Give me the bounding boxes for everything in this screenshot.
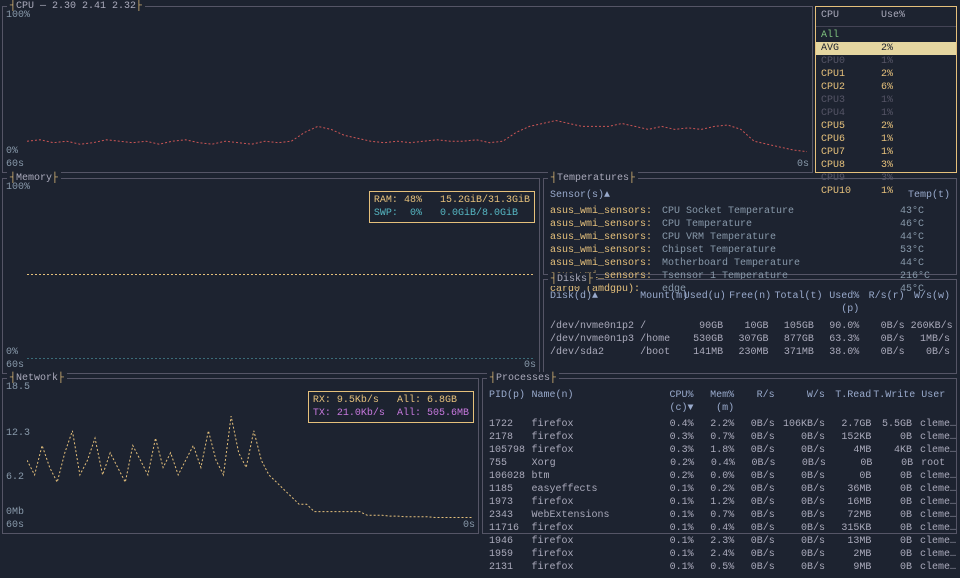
cpu-x-left: 60s <box>6 158 24 171</box>
network-info-box: RX: 9.5Kb/s All: 6.8GB TX: 21.0Kb/s All:… <box>308 391 474 423</box>
cpu-panel[interactable]: ┤CPU — 2.30 2.41 2.32├ 100% 0% 60s 0s <box>2 6 813 173</box>
memory-info-box: RAM: 48% 15.2GiB/31.3GiB SWP: 0% 0.0GiB/… <box>369 191 535 223</box>
process-row[interactable]: 105798firefox0.3%1.8%0B/s0B/s4MB4KBcleme… <box>489 444 954 457</box>
temperatures-header[interactable]: Sensor(s)▲ Temp(t) <box>550 189 950 202</box>
cpu-x-right: 0s <box>797 158 809 171</box>
process-row[interactable]: 1959firefox0.1%2.4%0B/s0B/s2MB0Bcleme… <box>489 548 954 561</box>
disk-rows: /dev/nvme0n1p2/90GB10GB105GB90.0%0B/s260… <box>550 320 950 359</box>
disks-panel[interactable]: ┤Disks├ Disk(d)▲ Mount(m) Used(u) Free(n… <box>543 279 957 374</box>
disks-title: ┤Disks├ <box>548 273 596 286</box>
process-row[interactable]: 1973firefox0.1%1.2%0B/s0B/s16MB0Bcleme… <box>489 496 954 509</box>
process-row[interactable]: 106028btm0.2%0.0%0B/s0B/s0B0Bcleme… <box>489 470 954 483</box>
temperatures-title: ┤Temperatures├ <box>548 172 638 185</box>
processes-panel[interactable]: ┤Processes├ PID(p) Name(n) CPU%(c)▼ Mem%… <box>482 378 957 534</box>
process-row[interactable]: 1185easyeffects0.1%0.2%0B/s0B/s36MB0Bcle… <box>489 483 954 496</box>
net-x-right: 0s <box>463 519 475 532</box>
process-row[interactable]: 2178firefox0.3%0.7%0B/s0B/s152KB0Bcleme… <box>489 431 954 444</box>
cpu-list-row[interactable]: CPU71% <box>821 146 951 159</box>
mem-x-right: 0s <box>524 359 536 372</box>
cpu-list-row[interactable]: AVG2% <box>816 42 956 55</box>
cpu-list-row[interactable]: CPU12% <box>821 68 951 81</box>
cpu-list-panel[interactable]: CPU Use% AllAVG2%CPU01%CPU12%CPU26%CPU31… <box>815 6 957 173</box>
process-row[interactable]: 755Xorg0.2%0.4%0B/s0B/s0B0Broot <box>489 457 954 470</box>
process-row[interactable]: 1722firefox0.4%2.2%0B/s106KB/s2.7GB5.5GB… <box>489 418 954 431</box>
cpu-list-row[interactable]: CPU41% <box>821 107 951 120</box>
memory-panel[interactable]: ┤Memory├ 100% 0% 60s 0s RAM: 48% 15.2GiB… <box>2 178 540 374</box>
temperature-row: asus_wmi_sensors:CPU Temperature46°C <box>550 218 950 231</box>
temperature-row: asus_wmi_sensors:Motherboard Temperature… <box>550 257 950 270</box>
process-row[interactable]: 1946firefox0.1%2.3%0B/s0B/s13MB0Bcleme… <box>489 535 954 548</box>
disk-row: /dev/nvme0n1p3/home530GB307GB877GB63.3%0… <box>550 333 950 346</box>
cpu-list-rows[interactable]: AllAVG2%CPU01%CPU12%CPU26%CPU31%CPU41%CP… <box>816 27 956 200</box>
temperature-row: asus_wmi_sensors:CPU Socket Temperature4… <box>550 205 950 218</box>
temperatures-panel[interactable]: ┤Temperatures├ Sensor(s)▲ Temp(t) asus_w… <box>543 178 957 275</box>
temp-sort-temp[interactable]: Temp(t) <box>908 189 950 202</box>
temp-sort-sensor[interactable]: Sensor(s)▲ <box>550 189 908 202</box>
net-y-mid2: 6.2 <box>6 471 24 484</box>
cpu-list-row[interactable]: CPU52% <box>821 120 951 133</box>
process-row[interactable]: 2343WebExtensions0.1%0.7%0B/s0B/s72MB0Bc… <box>489 509 954 522</box>
processes-title: ┤Processes├ <box>487 372 559 385</box>
cpu-y-bot: 0% <box>6 145 18 158</box>
process-row[interactable]: 11716firefox0.1%0.4%0B/s0B/s315KB0Bcleme… <box>489 522 954 535</box>
mem-x-left: 60s <box>6 359 24 372</box>
cpu-list-row[interactable]: CPU83% <box>821 159 951 172</box>
process-rows[interactable]: 1722firefox0.4%2.2%0B/s106KB/s2.7GB5.5GB… <box>489 418 954 574</box>
net-y-bot: 0Mb <box>6 506 24 519</box>
processes-header[interactable]: PID(p) Name(n) CPU%(c)▼ Mem%(m) R/s W/s … <box>489 389 954 415</box>
disks-header[interactable]: Disk(d)▲ Mount(m) Used(u) Free(n) Total(… <box>550 290 950 316</box>
mem-y-bot: 0% <box>6 346 18 359</box>
cpu-list-hdr-l: CPU <box>821 9 881 22</box>
net-x-left: 60s <box>6 519 24 532</box>
disk-row: /dev/nvme0n1p2/90GB10GB105GB90.0%0B/s260… <box>550 320 950 333</box>
cpu-list-row[interactable]: CPU01% <box>821 55 951 68</box>
cpu-list-row[interactable]: CPU26% <box>821 81 951 94</box>
cpu-chart <box>27 11 807 159</box>
cpu-list-row[interactable]: CPU31% <box>821 94 951 107</box>
cpu-list-row[interactable]: CPU61% <box>821 133 951 146</box>
network-panel[interactable]: ┤Network├ 18.5 12.3 6.2 0Mb 60s 0s RX: 9… <box>2 378 479 534</box>
process-row[interactable]: 2131firefox0.1%0.5%0B/s0B/s9MB0Bcleme… <box>489 561 954 574</box>
cpu-list-header: CPU Use% <box>816 7 956 27</box>
temperature-row: asus_wmi_sensors:Chipset Temperature53°C <box>550 244 950 257</box>
disk-row: /dev/sda2/boot141MB230MB371MB38.0%0B/s0B… <box>550 346 950 359</box>
cpu-list-hdr-r: Use% <box>881 9 905 22</box>
cpu-list-row[interactable]: All <box>821 29 951 42</box>
temperature-row: asus_wmi_sensors:CPU VRM Temperature44°C <box>550 231 950 244</box>
